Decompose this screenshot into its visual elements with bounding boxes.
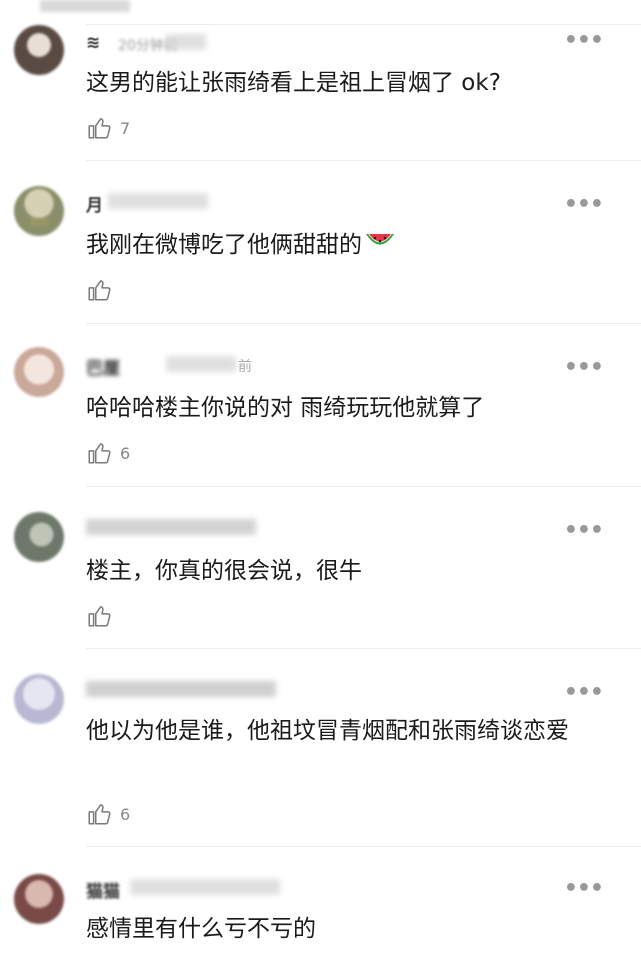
username[interactable]: 巴厘 [86,354,120,379]
comment-text: 感情里有什么亏不亏的 [86,916,316,942]
redaction [86,519,256,535]
redaction [130,879,280,895]
like-button[interactable] [86,276,120,304]
comment-item: 超凶 月 ••• 我刚在微博吃了他俩甜甜的 [0,160,641,323]
like-button[interactable]: 6 [86,439,130,467]
comment-item: ≋ 20分钟前 ••• 这男的能让张雨绮看上是祖上冒烟了 ok? 7 [0,0,641,160]
like-count: 6 [120,804,131,824]
avatar[interactable] [14,674,64,724]
divider [86,846,641,847]
username[interactable]: 月 [86,191,103,216]
like-count: 6 [120,443,131,463]
comment-text: 这男的能让张雨绮看上是祖上冒烟了 ok? [86,70,501,96]
comment-header: 巴厘 前 [86,353,306,379]
comment-text: 我刚在微博吃了他俩甜甜的 [86,228,606,263]
comment-item: 猫猫 ••• 感情里有什么亏不亏的 [0,846,641,961]
comment-text: 哈哈哈楼主你说的对 雨绮玩玩他就算了 [86,395,485,421]
avatar[interactable] [14,25,64,75]
comment-item: ••• 他以为他是谁，他祖坟冒青烟配和张雨绮谈恋爱 6 [0,648,641,846]
avatar[interactable] [14,347,64,397]
like-button[interactable]: 7 [86,114,130,142]
comment-item: ••• 楼主，你真的很会说，很牛 [0,486,641,648]
username[interactable]: ≋ [86,33,100,53]
more-dots-icon[interactable]: ••• [564,30,604,52]
more-dots-icon[interactable]: ••• [564,682,604,704]
comment-header [86,516,286,538]
more-dots-icon[interactable]: ••• [564,357,604,379]
thumbs-up-icon [88,443,111,464]
comment-text: 他以为他是谁，他祖坟冒青烟配和张雨绮谈恋爱 [86,718,569,744]
comment-header: 月 [86,190,286,216]
like-button[interactable] [86,602,120,630]
like-button[interactable]: 6 [86,800,130,828]
divider [86,24,641,25]
divider [86,160,641,161]
divider [86,323,641,324]
watermelon-emoji-icon [364,229,396,263]
more-dots-icon[interactable]: ••• [564,520,604,542]
avatar[interactable] [14,512,64,562]
comment-text: 楼主，你真的很会说，很牛 [86,558,362,584]
avatar[interactable]: 超凶 [14,186,64,236]
redaction [166,34,206,50]
comment-header [86,678,306,700]
comment-header: 猫猫 [86,876,306,902]
divider [86,486,641,487]
more-dots-icon[interactable]: ••• [564,878,604,900]
redaction [108,193,208,209]
comment-item: 巴厘 前 ••• 哈哈哈楼主你说的对 雨绮玩玩他就算了 6 [0,323,641,486]
avatar[interactable] [14,874,64,924]
timestamp: 前 [238,359,252,375]
thumbs-up-icon [88,118,111,139]
redaction [86,681,276,697]
thumbs-up-icon [88,606,111,627]
thumbs-up-icon [88,804,111,825]
thumbs-up-icon [88,280,111,301]
redaction [166,356,236,372]
comment-header: ≋ 20分钟前 [86,32,286,54]
more-dots-icon[interactable]: ••• [564,194,604,216]
divider [86,648,641,649]
username[interactable]: 猫猫 [86,877,120,902]
avatar-label: 超凶 [29,218,48,228]
like-count: 7 [120,118,131,138]
comment-text-body: 我刚在微博吃了他俩甜甜的 [86,232,362,258]
